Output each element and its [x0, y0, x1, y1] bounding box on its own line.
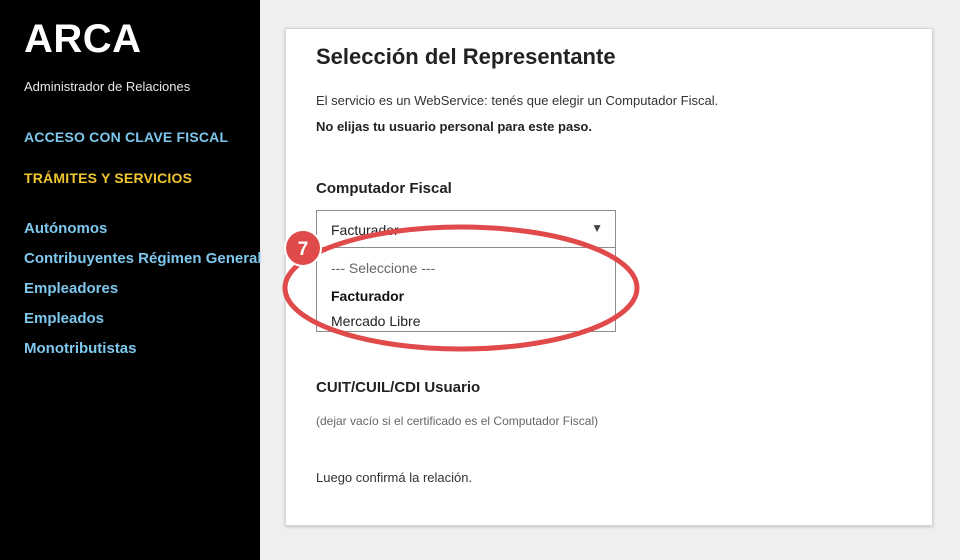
computador-fiscal-label: Computador Fiscal: [316, 180, 452, 197]
sidebar-links: Autónomos Contribuyentes Régimen General…: [24, 219, 262, 369]
option-placeholder[interactable]: --- Seleccione ---: [331, 260, 435, 276]
nav-tramites-servicios[interactable]: TRÁMITES Y SERVICIOS: [24, 170, 192, 186]
logo-subtitle: Administrador de Relaciones: [24, 79, 191, 94]
sidebar: ARCA Administrador de Relaciones ACCESO …: [0, 0, 262, 560]
cuit-hint: (dejar vacío si el certificado es el Com…: [316, 414, 599, 428]
sidebar-item-contribuyentes[interactable]: Contribuyentes Régimen General: [24, 249, 262, 279]
confirm-text: Luego confirmá la relación.: [316, 470, 473, 485]
sidebar-item-empleadores[interactable]: Empleadores: [24, 279, 262, 309]
computador-fiscal-dropdown: --- Seleccione --- Facturador Mercado Li…: [316, 248, 616, 332]
nav-acceso-clave-fiscal[interactable]: ACCESO CON CLAVE FISCAL: [24, 129, 228, 145]
page-title: Selección del Representante: [316, 44, 616, 69]
warning-text: No elijas tu usuario personal para este …: [316, 119, 592, 134]
sidebar-item-autonomos[interactable]: Autónomos: [24, 219, 262, 249]
option-facturador[interactable]: Facturador: [331, 288, 404, 304]
option-mercado-libre[interactable]: Mercado Libre: [331, 313, 421, 329]
caret-down-icon: ▼: [591, 221, 603, 235]
sidebar-item-empleados[interactable]: Empleados: [24, 309, 262, 339]
info-text: El servicio es un WebService: tenés que …: [316, 93, 719, 108]
step-badge: 7: [284, 229, 322, 267]
logo: ARCA: [24, 17, 142, 61]
computador-fiscal-select[interactable]: Facturador ▼: [316, 210, 616, 248]
select-value: Facturador: [331, 222, 399, 238]
sidebar-item-monotributistas[interactable]: Monotributistas: [24, 339, 262, 369]
representante-card: Selección del Representante El servicio …: [285, 28, 933, 526]
cuit-label: CUIT/CUIL/CDI Usuario: [316, 379, 481, 396]
